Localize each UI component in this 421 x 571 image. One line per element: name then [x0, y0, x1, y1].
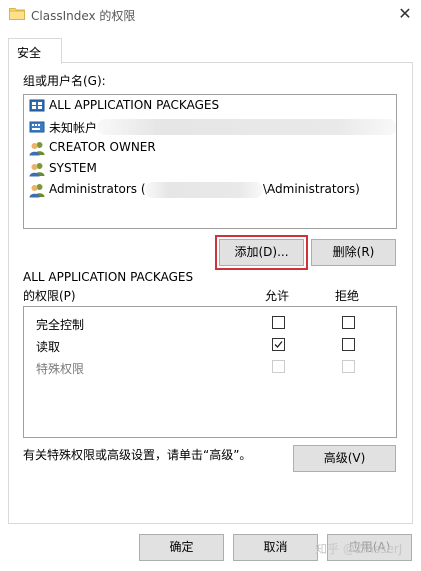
- permission-name: 特殊权限: [36, 362, 85, 376]
- deny-checkbox[interactable]: [342, 316, 355, 329]
- user-name: CREATOR OWNER: [49, 140, 156, 154]
- user-name: SYSTEM: [49, 161, 97, 175]
- packages-icon: [29, 99, 45, 112]
- user-item-all-application-packages[interactable]: ALL APPLICATION PACKAGES: [27, 96, 393, 116]
- close-icon[interactable]: ✕: [396, 5, 414, 23]
- users-icon: [29, 163, 45, 177]
- title-bar: ClassIndex 的权限 ✕: [0, 0, 421, 30]
- user-name: ALL APPLICATION PACKAGES: [49, 98, 220, 112]
- user-item-creator-owner[interactable]: CREATOR OWNER: [27, 138, 393, 158]
- permission-row-read: 读取: [24, 334, 396, 356]
- deny-header: 拒绝: [335, 289, 360, 303]
- user-item-system[interactable]: SYSTEM: [27, 159, 393, 179]
- user-item-unknown-account[interactable]: 未知帐户: [27, 117, 396, 137]
- user-item-administrators[interactable]: Administrators ( \Administrators): [27, 180, 393, 200]
- remove-button[interactable]: 删除(R): [311, 239, 396, 266]
- users-icon: [29, 142, 45, 156]
- user-name: Administrators (: [49, 182, 146, 196]
- permissions-label: 的权限(P): [23, 289, 76, 303]
- deny-checkbox-disabled: [342, 360, 355, 373]
- user-name: 未知帐户: [49, 121, 98, 135]
- unknown-account-icon: [29, 121, 45, 133]
- allow-checkbox-checked[interactable]: [272, 338, 285, 351]
- advanced-button[interactable]: 高级(V): [293, 445, 396, 472]
- window-title: ClassIndex 的权限: [31, 9, 136, 23]
- permissions-list: 完全控制 读取 特殊权限: [23, 306, 397, 438]
- permission-name: 读取: [36, 340, 61, 354]
- redaction-blur: [97, 119, 396, 135]
- redaction-blur: [145, 182, 263, 198]
- permission-row-special: 特殊权限: [24, 356, 396, 378]
- tab-security-label: 安全: [17, 46, 42, 60]
- user-name-suffix: \Administrators): [263, 182, 360, 196]
- tab-security[interactable]: 安全: [8, 38, 62, 64]
- advanced-hint: 有关特殊权限或高级设置，请单击“高级”。: [23, 448, 252, 462]
- allow-header: 允许: [265, 289, 290, 303]
- users-label: 组或用户名(G):: [23, 74, 106, 88]
- cancel-button[interactable]: 取消: [233, 534, 318, 561]
- permission-row-full-control: 完全控制: [24, 312, 396, 334]
- permissions-principal: ALL APPLICATION PACKAGES: [23, 270, 194, 284]
- watermark: 知乎 @ZinsserJ: [315, 542, 403, 556]
- deny-checkbox[interactable]: [342, 338, 355, 351]
- allow-checkbox-disabled: [272, 360, 285, 373]
- users-listbox[interactable]: ALL APPLICATION PACKAGES 未知帐户 CREATOR OW…: [23, 94, 397, 229]
- add-button[interactable]: 添加(D)...: [219, 239, 304, 266]
- allow-checkbox[interactable]: [272, 316, 285, 329]
- users-icon: [29, 184, 45, 198]
- permission-name: 完全控制: [36, 318, 85, 332]
- ok-button[interactable]: 确定: [139, 534, 224, 561]
- folder-icon: [9, 8, 25, 20]
- checkmark-icon: [274, 341, 283, 348]
